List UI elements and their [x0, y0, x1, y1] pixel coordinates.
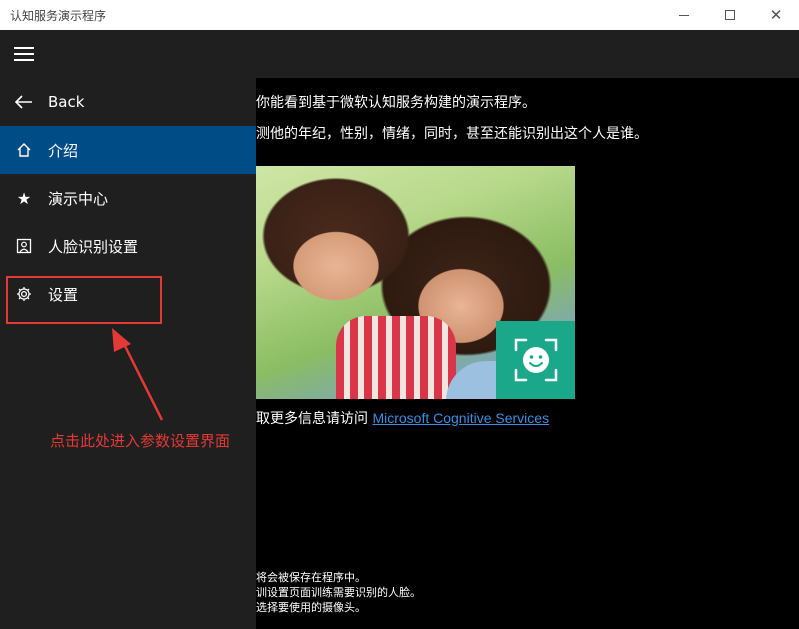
more-info-prefix: 取更多信息请访问 — [256, 411, 373, 427]
maximize-button[interactable] — [707, 0, 753, 30]
main-content: 你能看到基于微软认知服务构建的演示程序。 测他的年纪，性别，情绪，同时，甚至还能… — [256, 78, 799, 629]
app-header-bar — [256, 30, 799, 78]
maximize-icon — [725, 10, 735, 20]
photo-girl-shirt — [336, 316, 456, 399]
more-info-line: 取更多信息请访问 Microsoft Cognitive Services — [256, 408, 549, 428]
nav-item-label: 人脸识别设置 — [48, 237, 139, 256]
nav-item-label: 介绍 — [48, 141, 79, 160]
hamburger-button[interactable] — [14, 47, 34, 61]
back-button[interactable]: Back — [0, 78, 256, 126]
intro-line-2: 测他的年纪，性别，情绪，同时，甚至还能识别出这个人是谁。 — [256, 126, 648, 142]
face-detect-badge — [496, 321, 575, 399]
intro-line-1: 你能看到基于微软认知服务构建的演示程序。 — [256, 95, 536, 111]
hamburger-icon — [14, 47, 34, 49]
hamburger-icon-bar — [14, 59, 34, 61]
cognitive-services-link[interactable]: Microsoft Cognitive Services — [372, 410, 549, 426]
demo-photo — [256, 166, 575, 399]
face-scan-icon — [514, 338, 557, 382]
close-button[interactable]: ✕ — [753, 0, 799, 30]
annotation-arrow-icon — [112, 328, 164, 421]
nav-item-label: 演示中心 — [48, 189, 109, 208]
settings-highlight-box — [6, 276, 162, 324]
note-line: 训设置页面训练需要识别的人脸。 — [256, 586, 421, 599]
back-label: Back — [48, 93, 85, 111]
nav-item-face-settings[interactable]: 人脸识别设置 — [0, 222, 256, 270]
close-icon: ✕ — [769, 5, 783, 24]
minimize-button[interactable] — [661, 0, 707, 30]
annotation-callout: 点击此处进入参数设置界面 — [50, 432, 231, 450]
title-bar: 认知服务演示程序 ✕ — [0, 0, 799, 30]
minimize-icon — [679, 14, 689, 16]
portrait-icon — [0, 222, 48, 270]
star-icon: ★ — [16, 188, 32, 208]
hamburger-icon-bar — [14, 53, 34, 55]
home-icon — [0, 126, 48, 174]
back-arrow-icon — [0, 78, 48, 126]
nav-item-demo-center[interactable]: ★ 演示中心 — [0, 174, 256, 222]
note-line: 选择要使用的摄像头。 — [256, 601, 366, 614]
nav-item-intro[interactable]: 介绍 — [0, 126, 256, 174]
window-title: 认知服务演示程序 — [10, 9, 107, 23]
notes-block: 将会被保存在程序中。 训设置页面训练需要识别的人脸。 选择要使用的摄像头。 — [256, 570, 421, 615]
note-line: 将会被保存在程序中。 — [256, 571, 366, 584]
